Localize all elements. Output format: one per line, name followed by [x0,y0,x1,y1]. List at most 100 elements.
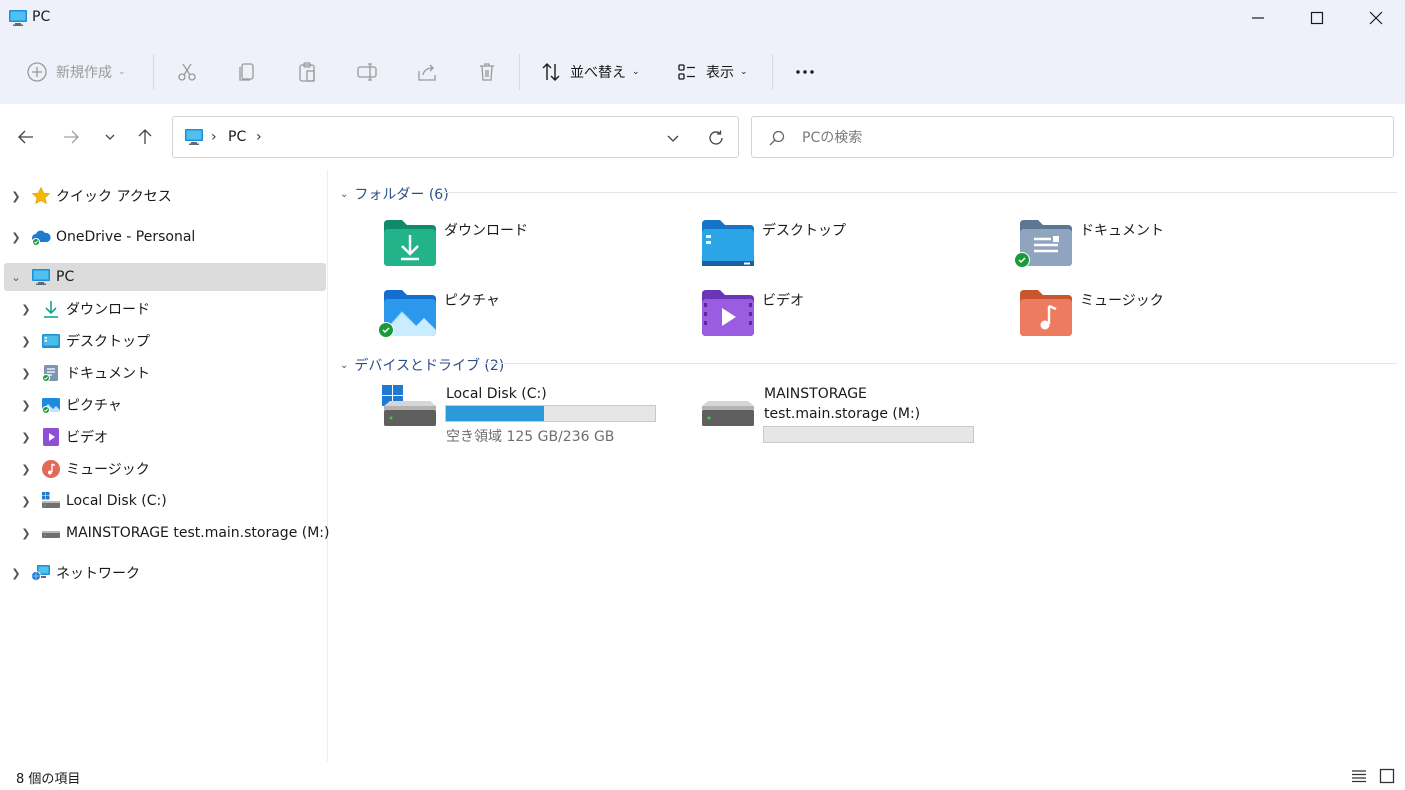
sidebar-item-music[interactable]: ❯ ミュージック [14,455,336,483]
new-button[interactable]: 新規作成 ⌄ [22,54,130,90]
sidebar-item-mainstorage-m[interactable]: ❯ MAINSTORAGE test.main.storage (M:) [14,519,336,547]
sync-status-check-icon [1014,252,1030,268]
folder-label: ビデオ [762,293,804,309]
chevron-right-icon[interactable]: ❯ [17,359,35,387]
search-icon [769,130,785,146]
back-button[interactable] [13,124,39,150]
sidebar-item-quick-access[interactable]: ❯ クイック アクセス [4,182,326,210]
folder-tile-desktop[interactable]: デスクトップ [700,218,990,278]
share-button[interactable] [412,54,442,90]
more-icon [796,70,814,74]
folder-tile-documents[interactable]: ドキュメント [1014,218,1308,278]
chevron-right-icon[interactable]: ❯ [17,423,35,451]
download-icon [40,298,62,320]
copy-button[interactable] [232,54,262,90]
sidebar-item-label: ミュージック [66,462,150,478]
folder-tile-videos[interactable]: ビデオ [700,288,990,348]
sync-status-check-icon [378,322,394,338]
refresh-icon[interactable] [707,129,725,147]
navigation-row: › PC › [0,104,1405,170]
folder-tile-pictures[interactable]: ピクチャ [378,288,672,348]
sort-icon [542,63,560,81]
music-icon [40,458,62,480]
sidebar-item-onedrive[interactable]: ❯ OneDrive - Personal [4,223,326,251]
more-options-button[interactable] [790,54,820,90]
forward-button[interactable] [58,124,84,150]
address-bar[interactable]: › PC › [172,116,739,158]
cut-button[interactable] [172,54,202,90]
chevron-down-icon [105,134,115,140]
breadcrumb-item-pc[interactable]: PC [228,129,246,145]
pc-icon [185,129,203,145]
search-box[interactable] [751,116,1394,158]
chevron-right-icon[interactable]: ❯ [17,519,35,547]
breadcrumb-separator-icon[interactable]: › [256,129,262,145]
folder-tile-music[interactable]: ミュージック [1018,288,1308,348]
chevron-right-icon[interactable]: ❯ [17,487,35,515]
sort-button[interactable]: 並べ替え ⌄ [536,54,644,90]
chevron-right-icon[interactable]: ❯ [17,327,35,355]
up-button[interactable] [132,124,158,150]
cloud-icon [30,226,52,248]
drive-free-space: 空き領域 125 GB/236 GB [446,429,615,445]
content-pane: ⌄ フォルダー (6) ダウンロード デスクトップ ドキュメント ピクチャ ビデ… [330,170,1405,762]
chevron-right-icon[interactable]: ❯ [7,223,25,251]
search-input[interactable] [802,128,1362,148]
chevron-right-icon[interactable]: ❯ [17,295,35,323]
rename-button[interactable] [352,54,382,90]
sidebar-item-label: ピクチャ [66,398,122,414]
folders-group-header[interactable]: ⌄ フォルダー (6) [340,184,449,204]
folder-label: デスクトップ [762,223,846,239]
sidebar-item-desktop[interactable]: ❯ デスクトップ [14,327,336,355]
toolbar-divider [153,54,154,90]
new-button-label: 新規作成 [56,65,112,81]
breadcrumb-separator-icon[interactable]: › [211,129,217,145]
chevron-right-icon[interactable]: ❯ [7,559,25,587]
drive-tile-local-disk-c[interactable]: Local Disk (C:) 空き領域 125 GB/236 GB [382,384,682,454]
title-and-command-area: PC 新規作成 ⌄ 並べ替え ⌄ 表示 ⌄ [0,0,1405,104]
details-view-icon[interactable] [1350,767,1368,785]
sidebar-item-label: ドキュメント [66,366,150,382]
chevron-down-icon[interactable]: ⌄ [340,360,348,371]
toolbar-divider [772,54,773,90]
rename-icon [357,63,377,81]
chevron-down-icon[interactable] [665,130,681,146]
drive-tile-mainstorage-m[interactable]: MAINSTORAGE test.main.storage (M:) [700,384,1000,454]
drives-group-title: デバイスとドライブ (2) [354,358,505,374]
chevron-down-icon: ⌄ [740,67,748,77]
drives-group-header[interactable]: ⌄ デバイスとドライブ (2) [340,355,504,375]
delete-button[interactable] [472,54,502,90]
chevron-down-icon: ⌄ [632,67,640,77]
chevron-right-icon[interactable]: ❯ [7,182,25,210]
toolbar-divider [519,54,520,90]
sidebar-item-local-disk-c[interactable]: ❯ Local Disk (C:) [14,487,336,515]
chevron-right-icon[interactable]: ❯ [17,455,35,483]
chevron-right-icon[interactable]: ❯ [17,391,35,419]
chevron-down-icon[interactable]: ⌄ [340,189,348,200]
view-button[interactable]: 表示 ⌄ [672,54,752,90]
maximize-button[interactable] [1288,0,1346,36]
sidebar-item-pictures[interactable]: ❯ ピクチャ [14,391,336,419]
chevron-down-icon[interactable]: ⌄ [7,263,25,291]
recent-locations-button[interactable] [97,124,123,150]
folder-tile-downloads[interactable]: ダウンロード [382,218,672,278]
drive-usage-bar [445,405,656,422]
large-icons-view-icon[interactable] [1378,767,1396,785]
sidebar-item-downloads[interactable]: ❯ ダウンロード [14,295,336,323]
group-divider [440,192,1397,193]
sidebar-item-videos[interactable]: ❯ ビデオ [14,423,336,451]
close-button[interactable] [1347,0,1405,36]
sidebar-item-network[interactable]: ❯ ネットワーク [4,559,326,587]
sidebar-item-label: デスクトップ [66,334,150,350]
windows-drive-icon [382,385,436,426]
minimize-button[interactable] [1229,0,1287,36]
sidebar-item-documents[interactable]: ❯ ドキュメント [14,359,336,387]
sidebar-item-pc[interactable]: ⌄ PC [4,263,326,291]
paste-button[interactable] [292,54,322,90]
drive-name: MAINSTORAGE [764,386,867,402]
folder-label: ミュージック [1080,293,1164,309]
navigation-pane: ❯ クイック アクセス ❯ OneDrive - Personal ⌄ PC ❯… [0,170,329,762]
view-button-label: 表示 [706,65,734,81]
sidebar-item-label: ネットワーク [56,566,140,582]
arrow-right-icon [64,130,79,144]
